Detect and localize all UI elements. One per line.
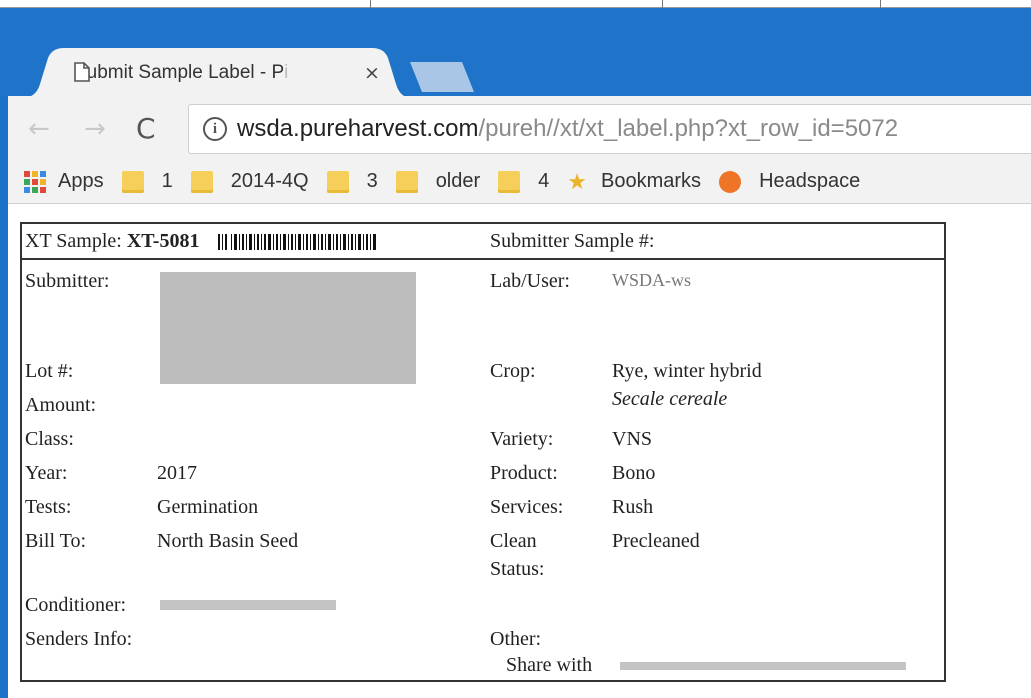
window-top-strip — [0, 0, 1031, 8]
new-tab-button[interactable] — [410, 62, 474, 92]
lab-user-value: WSDA-ws — [612, 270, 691, 290]
share-with-label: Share with — [506, 654, 593, 676]
year-label: Year: — [25, 462, 68, 484]
divider — [370, 0, 371, 8]
browser-toolbar: ← → C i wsda.pureharvest.com/pureh//xt/x… — [8, 96, 1031, 160]
crop-scientific-name: Secale cereale — [612, 388, 728, 410]
services-value: Rush — [612, 496, 654, 518]
clean-status-label-line1: Clean — [490, 530, 537, 552]
forward-arrow-icon[interactable]: → — [84, 114, 106, 144]
product-value: Bono — [612, 462, 656, 484]
folder-icon — [326, 170, 349, 193]
crop-value: Rye, winter hybrid — [612, 360, 762, 382]
headspace-icon — [719, 170, 742, 193]
redacted-line — [160, 600, 336, 610]
bookmarks-bar: Apps 1 2014-4Q 3 older 4 ★ Bookmarks Hea… — [8, 160, 1031, 204]
page-icon — [74, 62, 90, 82]
url-path: /pureh//xt/xt_label.php?xt_row_id=5072 — [478, 115, 899, 142]
crop-label: Crop: — [490, 360, 536, 382]
bookmark-headspace[interactable]: Headspace — [719, 170, 860, 193]
tests-value: Germination — [157, 496, 259, 518]
conditioner-label: Conditioner: — [25, 594, 127, 616]
bookmark-folder[interactable]: older — [395, 170, 481, 193]
folder-icon — [395, 170, 418, 193]
bookmark-label: older — [435, 170, 481, 192]
tab-submit-sample-label[interactable]: Submit Sample Label - Pi × — [22, 48, 412, 98]
bookmark-label: 4 — [538, 170, 550, 192]
info-icon[interactable]: i — [203, 117, 227, 141]
apps-grid-icon — [24, 170, 46, 193]
page-content: XT Sample: XT-5081 Submitter Sample #: S… — [8, 204, 1031, 698]
redacted-block — [160, 272, 416, 384]
sample-id: XT-5081 — [126, 230, 200, 252]
submitter-label: Submitter: — [25, 270, 110, 292]
year-value: 2017 — [157, 462, 197, 484]
clean-status-value: Precleaned — [612, 530, 700, 552]
bookmark-folder[interactable]: 4 — [498, 170, 549, 193]
star-icon: ★ — [567, 168, 588, 194]
url-text[interactable]: wsda.pureharvest.com/pureh//xt/xt_label.… — [237, 115, 898, 143]
bill-to-value: North Basin Seed — [157, 530, 299, 552]
divider — [880, 0, 881, 8]
sample-label-card: XT Sample: XT-5081 Submitter Sample #: S… — [20, 222, 946, 682]
tab-title: Submit Sample Label - P — [74, 62, 285, 83]
lot-label: Lot #: — [25, 360, 74, 382]
redacted-line — [620, 662, 906, 670]
folder-icon — [498, 170, 521, 193]
bookmark-folder[interactable]: 2014-4Q — [190, 170, 309, 193]
folder-icon — [190, 170, 213, 193]
sample-id-row: XT Sample: XT-5081 — [25, 230, 378, 253]
bookmark-apps[interactable]: Apps — [24, 170, 104, 193]
bookmark-label: 1 — [161, 170, 173, 192]
senders-info-label: Senders Info: — [25, 628, 133, 650]
bookmark-folder[interactable]: 1 — [121, 170, 173, 193]
class-label: Class: — [25, 428, 74, 450]
bookmark-folder[interactable]: 3 — [326, 170, 378, 193]
bill-to-label: Bill To: — [25, 530, 87, 552]
tab-bar: Submit Sample Label - Pi × — [0, 8, 1031, 98]
url-host: wsda.pureharvest.com — [237, 115, 479, 142]
submitter-sample-label: Submitter Sample #: — [490, 230, 655, 252]
other-label: Other: — [490, 628, 542, 650]
address-bar[interactable]: i wsda.pureharvest.com/pureh//xt/xt_labe… — [188, 104, 1031, 154]
clean-status-label-line2: Status: — [490, 558, 545, 580]
services-label: Services: — [490, 496, 564, 518]
label-header: XT Sample: XT-5081 Submitter Sample #: — [22, 224, 944, 260]
variety-value: VNS — [612, 428, 653, 450]
tab-close-icon[interactable]: × — [364, 62, 380, 84]
tests-label: Tests: — [25, 496, 72, 518]
amount-label: Amount: — [25, 394, 97, 416]
product-label: Product: — [490, 462, 558, 484]
barcode — [218, 234, 377, 251]
variety-label: Variety: — [490, 428, 554, 450]
tab-title-fade: i — [284, 62, 289, 83]
bookmark-label: 3 — [366, 170, 378, 192]
bookmark-label: Apps — [58, 170, 104, 192]
bookmark-label: Headspace — [759, 170, 861, 192]
folder-icon — [121, 170, 144, 193]
divider — [662, 0, 663, 8]
reload-icon[interactable]: C — [136, 112, 156, 145]
bookmark-label: Bookmarks — [601, 170, 702, 192]
back-arrow-icon[interactable]: ← — [28, 114, 50, 144]
bookmark-bookmarks[interactable]: ★ Bookmarks — [567, 169, 701, 195]
lab-user-label: Lab/User: — [490, 270, 570, 292]
bookmark-label: 2014-4Q — [230, 170, 309, 192]
sample-label: XT Sample: — [25, 230, 122, 252]
